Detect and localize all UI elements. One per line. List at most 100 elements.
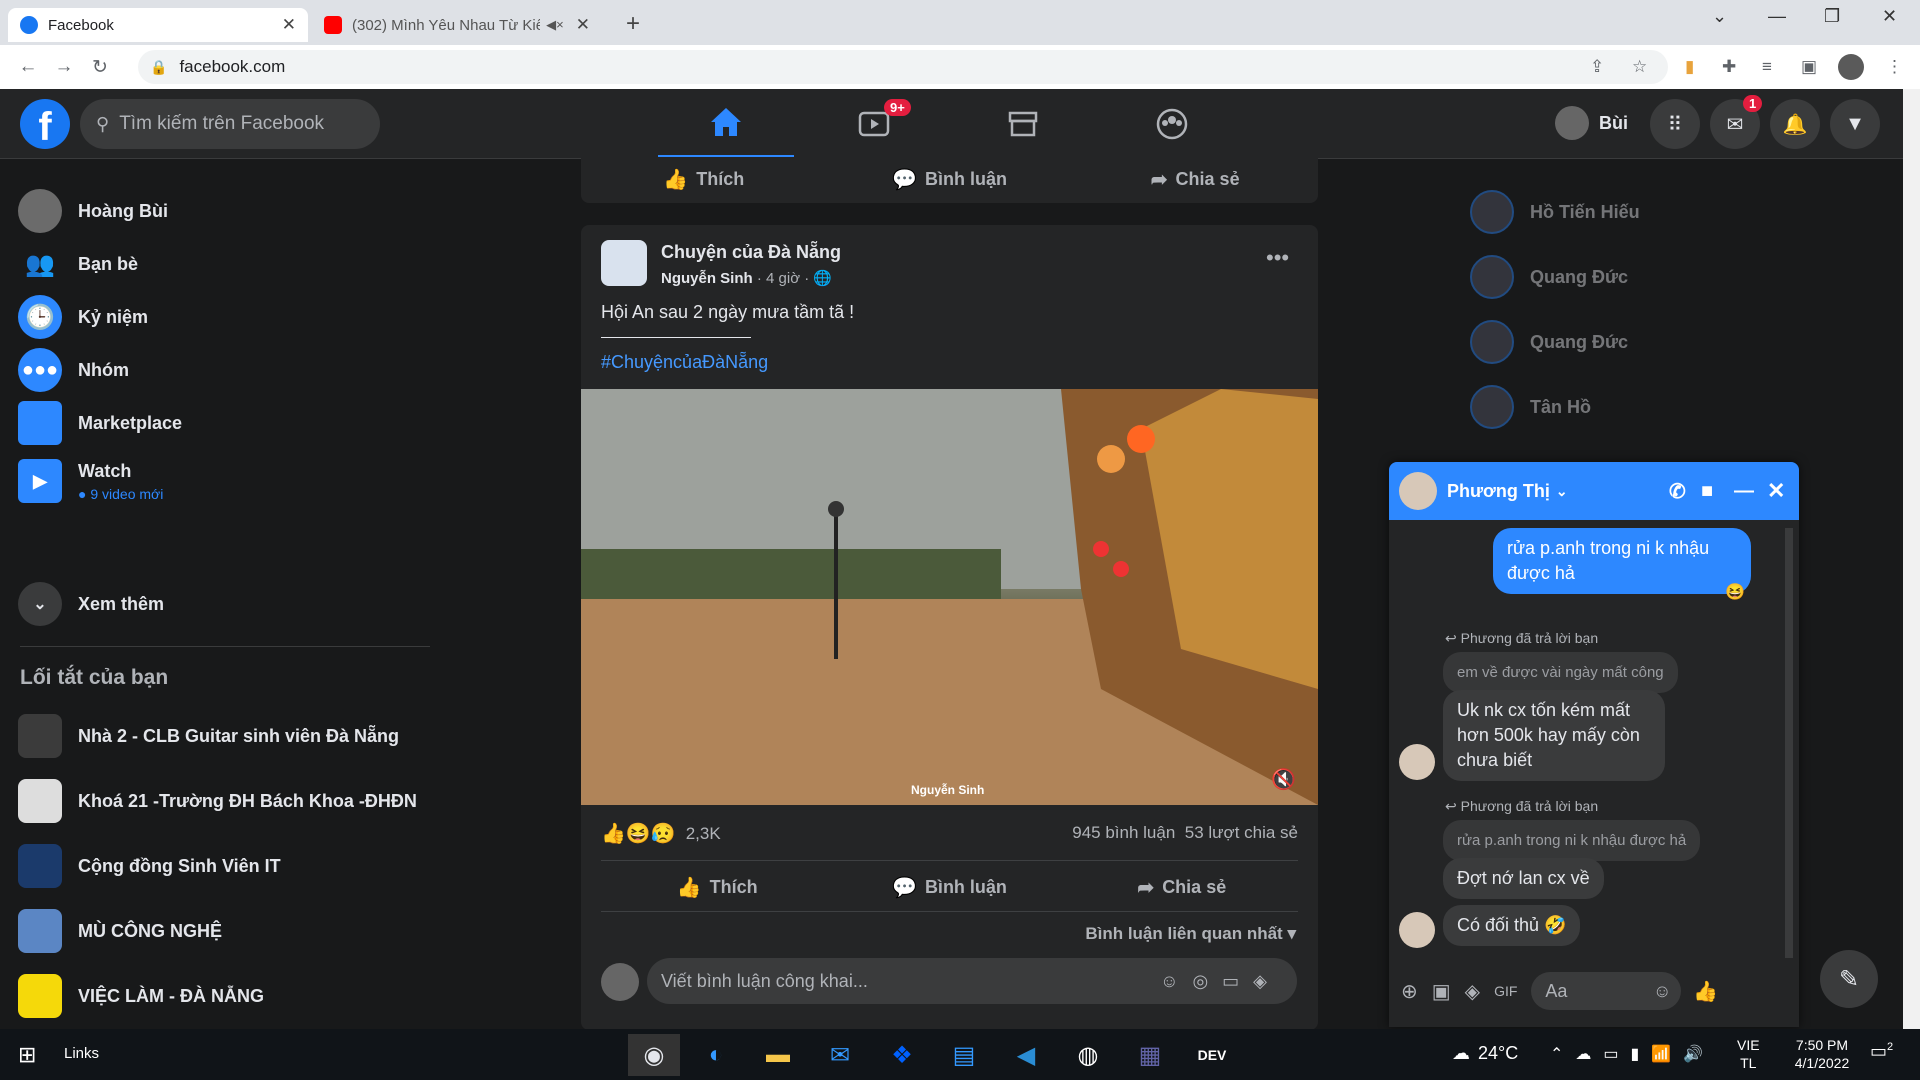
page-scrollbar[interactable] [1903, 89, 1920, 1029]
clock[interactable]: 7:50 PM 4/1/2022 [1782, 1036, 1862, 1072]
shortcut-item[interactable]: VIỆC LÀM - ĐÀ NẴNG [18, 968, 264, 1024]
quoted-message[interactable]: rửa p.anh trong ni k nhậu được hả [1443, 820, 1701, 861]
plus-icon[interactable]: ⊕ [1401, 979, 1418, 1004]
tab-youtube[interactable]: (302) Mình Yêu Nhau Từ Kiếp ◀× ✕ [312, 8, 602, 42]
language-indicator[interactable]: VIE TL [1737, 1036, 1760, 1072]
shortcut-item[interactable]: Cộng đồng Sinh Viên IT [18, 838, 281, 894]
contact-item[interactable]: Tân Hồ [1470, 385, 1591, 429]
edge-icon[interactable]: ◐ [690, 1034, 742, 1076]
message-bubble-received[interactable]: Uk nk cx tốn kém mất hơn 500k hay mấy cò… [1443, 690, 1665, 781]
dropbox-icon[interactable]: ❖ [876, 1034, 928, 1076]
comment-button[interactable]: 💬 Bình luận [833, 875, 1065, 900]
links-toolbar[interactable]: Links [64, 1045, 99, 1062]
reload-icon[interactable]: ↻ [82, 56, 118, 79]
mute-icon[interactable]: 🔇 [1271, 767, 1296, 792]
menu-grid-button[interactable]: ⠿ [1650, 99, 1700, 149]
teams-icon[interactable]: ▦ [1124, 1034, 1176, 1076]
post-video[interactable]: Nguyễn Sinh 🔇 [581, 389, 1318, 805]
minimize-icon[interactable]: — [1734, 480, 1754, 503]
sidebar-item-see-more[interactable]: ⌄ Xem thêm [18, 576, 164, 632]
mail-icon[interactable]: ✉ [814, 1034, 866, 1076]
account-menu-button[interactable]: ▼ [1830, 99, 1880, 149]
share-count[interactable]: 53 lượt chia sẻ [1185, 823, 1298, 842]
thumbs-up-icon[interactable]: 👍 [1693, 979, 1718, 1004]
notifications-button[interactable]: 🔔 [1770, 99, 1820, 149]
message-bubble-received[interactable]: Đợt nớ lan cx về [1443, 858, 1604, 899]
media-icon[interactable]: ≡ [1762, 57, 1772, 77]
search-input[interactable]: ⚲ Tìm kiếm trên Facebook [80, 99, 380, 149]
quoted-message[interactable]: em về được vài ngày mất công [1443, 652, 1678, 693]
like-button[interactable]: 👍 Thích [601, 875, 833, 900]
profile-shortcut[interactable]: Bùi [1555, 106, 1628, 140]
contact-item[interactable]: Hồ Tiến Hiếu [1470, 190, 1640, 234]
minimize-button[interactable]: — [1768, 6, 1786, 27]
close-window-button[interactable]: ✕ [1882, 6, 1897, 27]
page-name[interactable]: Chuyện của Đà Nẵng [661, 242, 841, 263]
notification-center-icon[interactable]: ▭2 [1870, 1041, 1893, 1062]
windows-start-icon[interactable]: ⊞ [18, 1042, 36, 1068]
page-avatar[interactable] [601, 240, 647, 286]
new-message-button[interactable]: ✎ [1820, 950, 1878, 1008]
mute-tab-icon[interactable]: ◀× [546, 17, 564, 33]
chevron-down-icon[interactable]: ⌄ [1556, 483, 1568, 500]
chat-contact-name[interactable]: Phương Thị [1447, 481, 1550, 502]
post-author[interactable]: Nguyễn Sinh [661, 270, 753, 287]
avatar[interactable] [1399, 472, 1437, 510]
sidebar-item-friends[interactable]: 👥 Bạn bè [18, 236, 138, 292]
profile-avatar[interactable] [1838, 54, 1864, 80]
share-icon[interactable]: ⇪ [1590, 57, 1604, 77]
comment-input[interactable]: Viết bình luận công khai... ☺◎▭◈ [647, 958, 1297, 1004]
emoji-icon[interactable]: ☺ [1653, 981, 1671, 1002]
comment-sort-dropdown[interactable]: Bình luận liên quan nhất ▾ [1085, 924, 1296, 944]
menu-icon[interactable]: ⋮ [1886, 57, 1903, 77]
nav-watch[interactable]: 9+ [806, 89, 942, 159]
chrome-icon[interactable]: ◉ [628, 1034, 680, 1076]
extension-icon[interactable]: ▮ [1685, 57, 1694, 77]
new-tab-button[interactable]: + [626, 10, 640, 38]
address-bar[interactable]: 🔒 facebook.com [138, 50, 1668, 84]
messenger-button[interactable]: ✉ 1 [1710, 95, 1763, 149]
puzzle-icon[interactable]: ✚ [1722, 57, 1736, 77]
tab-search-icon[interactable]: ⌄ [1712, 6, 1727, 27]
contact-item[interactable]: Quang Đức [1470, 320, 1628, 364]
more-options-icon[interactable]: ••• [1266, 245, 1289, 271]
like-button[interactable]: 👍 Thích [581, 167, 827, 192]
sticker-icon[interactable]: ◈ [1465, 979, 1480, 1004]
comment-tools-icons[interactable]: ☺◎▭◈ [1160, 971, 1281, 992]
message-bubble-sent[interactable]: rửa p.anh trong ni k nhậu được hả [1493, 528, 1751, 594]
comment-count[interactable]: 945 bình luận [1072, 823, 1175, 842]
forward-icon[interactable]: → [46, 56, 82, 78]
vscode-icon[interactable]: ◀ [1000, 1034, 1052, 1076]
comment-button[interactable]: 💬 Bình luận [827, 167, 1073, 192]
tab-facebook[interactable]: Facebook ✕ [8, 8, 308, 42]
close-tab-icon[interactable]: ✕ [576, 15, 590, 35]
shortcut-item[interactable]: Nhà 2 - CLB Guitar sinh viên Đà Nẵng [18, 708, 399, 764]
chat-scrollbar[interactable] [1785, 528, 1793, 958]
weather-widget[interactable]: ☁ 24°C [1452, 1043, 1518, 1064]
hashtag-link[interactable]: #ChuyệncủaĐàNẵng [601, 352, 768, 373]
sidebar-item-marketplace[interactable]: Marketplace [18, 395, 182, 451]
bookmark-star-icon[interactable]: ☆ [1632, 57, 1647, 77]
message-bubble-received[interactable]: Có đối thủ 🤣 [1443, 905, 1581, 946]
facebook-logo[interactable]: f [20, 99, 70, 149]
store-icon[interactable]: ▤ [938, 1034, 990, 1076]
nav-groups[interactable] [1104, 89, 1240, 159]
back-icon[interactable]: ← [10, 56, 46, 78]
nav-home[interactable] [658, 89, 794, 159]
contact-item[interactable]: Quang Đức [1470, 255, 1628, 299]
shortcut-item[interactable]: Khoá 21 -Trường ĐH Bách Khoa -ĐHĐN [18, 773, 417, 829]
close-tab-icon[interactable]: ✕ [282, 15, 296, 35]
system-tray-icons[interactable]: ⌃☁▭▮📶🔊 [1550, 1044, 1715, 1064]
phone-icon[interactable]: ✆ [1669, 479, 1686, 504]
sidebar-item-memories[interactable]: 🕒 Kỷ niệm [18, 289, 148, 345]
share-button[interactable]: ➦ Chia sẻ [1066, 875, 1298, 900]
image-icon[interactable]: ▣ [1432, 979, 1451, 1004]
share-button[interactable]: ➦ Chia sẻ [1072, 167, 1318, 192]
gif-icon[interactable]: GIF [1494, 983, 1517, 999]
post-time[interactable]: 4 giờ [766, 270, 800, 287]
maximize-button[interactable]: ❐ [1824, 6, 1840, 27]
sidebar-item-groups[interactable]: ●●● Nhóm [18, 342, 129, 398]
zalo-icon[interactable]: ◍ [1062, 1034, 1114, 1076]
file-explorer-icon[interactable]: ▬ [752, 1034, 804, 1076]
close-icon[interactable]: ✕ [1767, 478, 1785, 504]
